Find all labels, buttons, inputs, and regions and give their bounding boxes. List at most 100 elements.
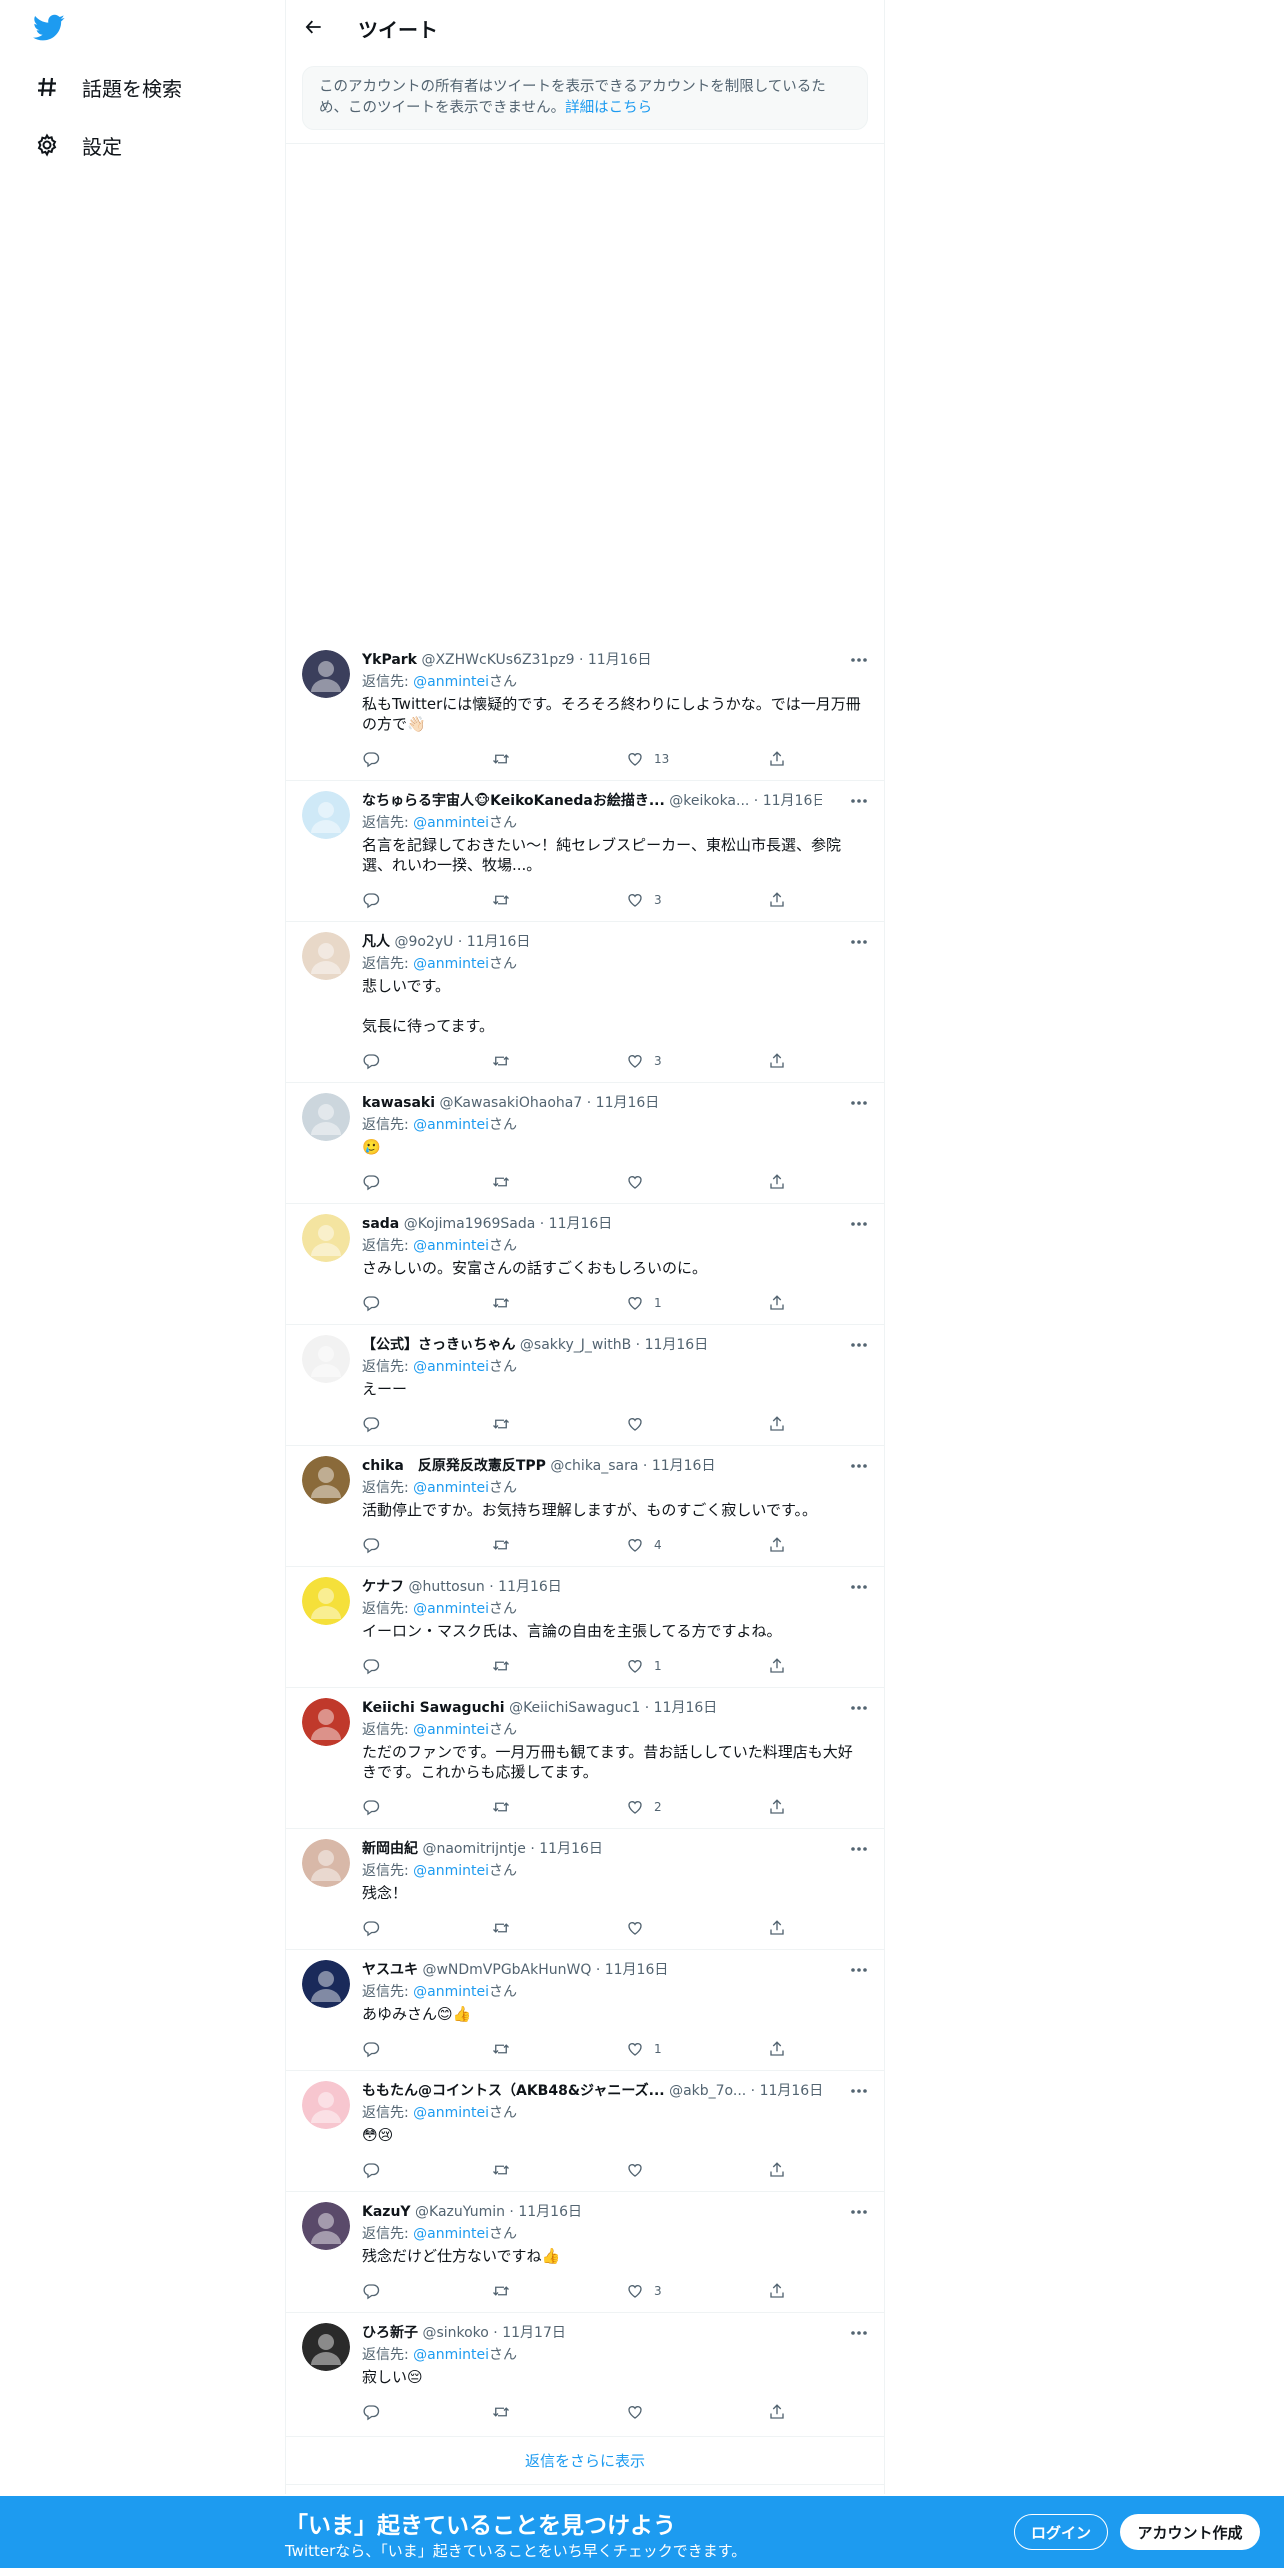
display-name[interactable]: ももたん@コイントス（AKB48&ジャニーズ... [362,2083,665,2099]
share-button[interactable] [768,888,786,912]
reply-button[interactable] [362,747,380,771]
display-name[interactable]: なちゅらる宇宙人🐵KeikoKanedaお絵描き... [362,793,665,809]
arrow-left-icon[interactable] [300,13,328,41]
tweet-date[interactable]: 11月16日 [467,934,531,950]
more-options-icon[interactable] [848,1960,870,1980]
retweet-button[interactable] [492,747,510,771]
mention-link[interactable]: @anmintei [413,1117,489,1133]
avatar[interactable] [302,2323,350,2371]
retweet-button[interactable] [492,1654,510,1678]
display-name[interactable]: ヤスユキ [362,1962,418,1978]
reply-button[interactable] [362,888,380,912]
reply-button[interactable] [362,2158,380,2182]
tweet-date[interactable]: 11月16日 [760,2083,822,2099]
like-button[interactable]: 4 [626,1533,662,1557]
share-button[interactable] [768,1412,786,1436]
retweet-button[interactable] [492,1795,510,1819]
like-button[interactable]: 1 [626,1291,662,1315]
reply-tweet[interactable]: kawasaki @KawasakiOhaoha7 · 11月16日 返信先: @… [286,1083,884,1204]
share-button[interactable] [768,2158,786,2182]
user-handle[interactable]: @akb_7o... [669,2083,746,2099]
reply-tweet[interactable]: ひろ新子 @sinkoko · 11月17日 返信先: @anminteiさん 寂し… [286,2313,884,2437]
like-button[interactable]: 13 [626,747,669,771]
share-button[interactable] [768,1291,786,1315]
avatar[interactable] [302,1214,350,1262]
user-handle[interactable]: @sakky_J_withB [520,1337,631,1353]
reply-tweet[interactable]: YkPark @XZHWcKUs6Z31pz9 · 11月16日 返信先: @an… [286,640,884,781]
mention-link[interactable]: @anmintei [413,2105,489,2121]
avatar[interactable] [302,1839,350,1887]
mention-link[interactable]: @anmintei [413,2226,489,2242]
more-options-icon[interactable] [848,2202,870,2222]
share-button[interactable] [768,1795,786,1819]
reply-tweet[interactable]: ももたん@コイントス（AKB48&ジャニーズ... @akb_7o... · 1… [286,2071,884,2192]
mention-link[interactable]: @anmintei [413,1359,489,1375]
more-options-icon[interactable] [848,650,870,670]
display-name[interactable]: YkPark [362,652,417,668]
like-button[interactable]: 3 [626,888,662,912]
reply-button[interactable] [362,2400,380,2424]
reply-tweet[interactable]: ヤスユキ @wNDmVPGbAkHunWQ · 11月16日 返信先: @anmi… [286,1950,884,2071]
mention-link[interactable]: @anmintei [413,1238,489,1254]
user-handle[interactable]: @naomitrijntje [422,1841,525,1857]
tweet-date[interactable]: 11月16日 [549,1216,613,1232]
user-handle[interactable]: @XZHWcKUs6Z31pz9 [421,652,574,668]
tweet-date[interactable]: 11月16日 [539,1841,603,1857]
reply-button[interactable] [362,1533,380,1557]
more-options-icon[interactable] [848,1093,870,1113]
signup-button[interactable]: アカウント作成 [1120,2514,1260,2550]
user-handle[interactable]: @keikoka... [669,793,749,809]
reply-tweet[interactable]: 凡人 @9o2yU · 11月16日 返信先: @anminteiさん 悲しいです。… [286,922,884,1083]
more-options-icon[interactable] [848,932,870,952]
display-name[interactable]: 【公式】さっきぃちゃん [362,1337,515,1353]
more-options-icon[interactable] [848,1335,870,1355]
share-button[interactable] [768,1049,786,1073]
like-button[interactable] [626,2158,654,2182]
sidebar-item-settings[interactable]: 設定 [34,123,122,167]
more-options-icon[interactable] [848,1214,870,1234]
more-options-icon[interactable] [848,1698,870,1718]
mention-link[interactable]: @anmintei [413,956,489,972]
mention-link[interactable]: @anmintei [413,2347,489,2363]
retweet-button[interactable] [492,2158,510,2182]
more-options-icon[interactable] [848,1839,870,1859]
reply-tweet[interactable]: Keiichi Sawaguchi @KeiichiSawaguc1 · 11月… [286,1688,884,1829]
avatar[interactable] [302,650,350,698]
mention-link[interactable]: @anmintei [413,1601,489,1617]
avatar[interactable] [302,1960,350,2008]
tweet-date[interactable]: 11月16日 [596,1095,660,1111]
tweet-date[interactable]: 11月16日 [498,1579,562,1595]
reply-button[interactable] [362,1049,380,1073]
reply-tweet[interactable]: ケナフ @huttosun · 11月16日 返信先: @anminteiさん イー… [286,1567,884,1688]
twitter-bird-icon[interactable] [33,14,65,42]
reply-button[interactable] [362,2037,380,2061]
learn-more-link[interactable]: 詳細はこちら [565,100,652,116]
display-name[interactable]: KazuY [362,2204,411,2220]
share-button[interactable] [768,1170,786,1194]
avatar[interactable] [302,2081,350,2129]
share-button[interactable] [768,2037,786,2061]
share-button[interactable] [768,1916,786,1940]
share-button[interactable] [768,2400,786,2424]
retweet-button[interactable] [492,1049,510,1073]
retweet-button[interactable] [492,888,510,912]
reply-button[interactable] [362,1654,380,1678]
like-button[interactable]: 2 [626,1795,662,1819]
mention-link[interactable]: @anmintei [413,1480,489,1496]
avatar[interactable] [302,1335,350,1383]
more-options-icon[interactable] [848,1456,870,1476]
reply-tweet[interactable]: なちゅらる宇宙人🐵KeikoKanedaお絵描き... @keikoka... … [286,781,884,922]
avatar[interactable] [302,1093,350,1141]
user-handle[interactable]: @sinkoko [422,2325,488,2341]
retweet-button[interactable] [492,2037,510,2061]
like-button[interactable]: 3 [626,2279,662,2303]
sidebar-item-explore[interactable]: 話題を検索 [34,65,182,109]
login-button[interactable]: ログイン [1014,2514,1108,2550]
tweet-date[interactable]: 11月16日 [588,652,652,668]
share-button[interactable] [768,1654,786,1678]
retweet-button[interactable] [492,2279,510,2303]
display-name[interactable]: ひろ新子 [362,2325,418,2341]
reply-tweet[interactable]: 新岡由紀 @naomitrijntje · 11月16日 返信先: @anmint… [286,1829,884,1950]
display-name[interactable]: 新岡由紀 [362,1841,418,1857]
reply-button[interactable] [362,2279,380,2303]
